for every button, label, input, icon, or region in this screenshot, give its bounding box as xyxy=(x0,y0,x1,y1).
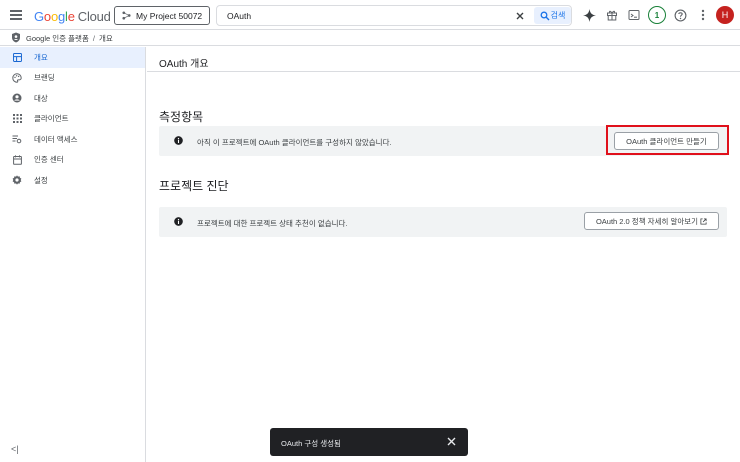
logo-letter: G xyxy=(34,9,44,24)
sidebar-item-clients[interactable]: 클라이언트 xyxy=(0,109,145,130)
sidebar-item-label: 대상 xyxy=(34,93,48,103)
diagnostics-empty-message: 프로젝트에 대한 프로젝트 상태 추천이 없습니다. xyxy=(197,219,348,228)
top-bar: GoogleCloud My Project 50072 OAuth 검색 1 xyxy=(0,0,740,30)
gear-icon xyxy=(12,175,22,185)
main-menu-icon[interactable] xyxy=(10,10,22,20)
breadcrumb-current-page: 개요 xyxy=(98,34,113,43)
breadcrumb-product-link[interactable]: Google 인증 플랫폼 xyxy=(26,34,89,43)
search-bar[interactable]: OAuth 검색 xyxy=(216,5,572,26)
metrics-section-title: 측정항목 xyxy=(159,110,204,124)
gift-icon[interactable] xyxy=(604,7,620,23)
breadcrumb-separator: / xyxy=(92,34,95,43)
diagnostics-panel: 프로젝트에 대한 프로젝트 상태 추천이 없습니다. OAuth 2.0 정책 … xyxy=(159,207,727,237)
search-input[interactable]: OAuth xyxy=(227,11,251,21)
calendar-icon xyxy=(12,155,22,165)
sidebar-item-verification-center[interactable]: 인증 센터 xyxy=(0,150,145,171)
metrics-empty-message: 아직 이 프로젝트에 OAuth 클라이언트를 구성하지 않았습니다. xyxy=(197,138,392,147)
sidebar-item-label: 데이터 액세스 xyxy=(34,134,78,144)
project-picker-button[interactable]: My Project 50072 xyxy=(114,6,210,25)
highlight-box xyxy=(606,125,729,155)
sidebar-item-branding[interactable]: 브랜딩 xyxy=(0,68,145,89)
logo-letter: o xyxy=(50,9,58,24)
open-in-new-icon xyxy=(700,217,707,225)
sidebar-item-overview[interactable]: 개요 xyxy=(0,47,145,68)
main-content: OAuth 개요 측정항목 아직 이 프로젝트에 OAuth 클라이언트를 구성… xyxy=(147,47,740,462)
help-icon[interactable] xyxy=(672,7,688,23)
info-icon xyxy=(174,217,183,226)
auth-platform-shield-icon xyxy=(12,32,20,43)
snackbar-message: OAuth 구성 생성됨 xyxy=(281,439,341,448)
sidebar-nav: 개요 브랜딩 대상 클라이언트 데이터 액세스 인증 센터 설정 <| xyxy=(0,47,146,462)
learn-oauth-policy-button[interactable]: OAuth 2.0 정책 자세히 알아보기 xyxy=(584,212,719,230)
snackbar-toast: OAuth 구성 생성됨 xyxy=(270,428,468,456)
data-access-icon xyxy=(12,134,22,144)
account-circle-icon xyxy=(12,93,22,103)
project-name: My Project 50072 xyxy=(136,10,203,21)
notifications-badge[interactable]: 1 xyxy=(648,6,666,24)
dashboard-icon xyxy=(12,52,22,62)
sidebar-item-label: 브랜딩 xyxy=(34,73,55,83)
gemini-sparkle-icon[interactable] xyxy=(581,7,597,23)
learn-oauth-policy-label: OAuth 2.0 정책 자세히 알아보기 xyxy=(595,216,699,226)
logo-letter: e xyxy=(67,9,75,24)
sidebar-item-settings[interactable]: 설정 xyxy=(0,170,145,191)
search-button-label: 검색 xyxy=(550,11,566,20)
page-header: OAuth 개요 xyxy=(147,47,740,72)
logo-cloud-text: Cloud xyxy=(77,9,111,24)
account-avatar[interactable]: H xyxy=(716,6,734,24)
cloud-shell-terminal-icon[interactable] xyxy=(626,7,642,23)
palette-icon xyxy=(12,73,22,83)
info-icon xyxy=(174,136,183,145)
google-cloud-logo[interactable]: Google Cloud xyxy=(34,9,111,24)
page-title: OAuth 개요 xyxy=(159,59,209,70)
logo-letter: o xyxy=(43,9,51,24)
project-hierarchy-icon xyxy=(122,11,131,20)
apps-grid-icon xyxy=(12,114,22,124)
clear-search-icon[interactable] xyxy=(514,10,526,22)
search-icon xyxy=(540,11,550,20)
sidebar-item-audience[interactable]: 대상 xyxy=(0,88,145,109)
search-button[interactable]: 검색 xyxy=(534,7,571,24)
sidebar-item-label: 개요 xyxy=(34,52,48,62)
diagnostics-section-title: 프로젝트 진단 xyxy=(159,179,229,193)
close-icon[interactable] xyxy=(446,436,457,447)
sidebar-item-data-access[interactable]: 데이터 액세스 xyxy=(0,129,145,150)
logo-letter: g xyxy=(57,9,66,24)
sidebar-item-label: 클라이언트 xyxy=(34,114,69,124)
breadcrumb: Google 인증 플랫폼 / 개요 xyxy=(0,30,740,46)
collapse-sidebar-icon[interactable]: <| xyxy=(11,444,21,454)
breadcrumb-text: Google 인증 플랫폼 / 개요 xyxy=(26,33,113,44)
sidebar-item-label: 인증 센터 xyxy=(34,155,64,165)
sidebar-item-label: 설정 xyxy=(34,175,48,185)
more-vert-icon[interactable] xyxy=(695,7,711,23)
